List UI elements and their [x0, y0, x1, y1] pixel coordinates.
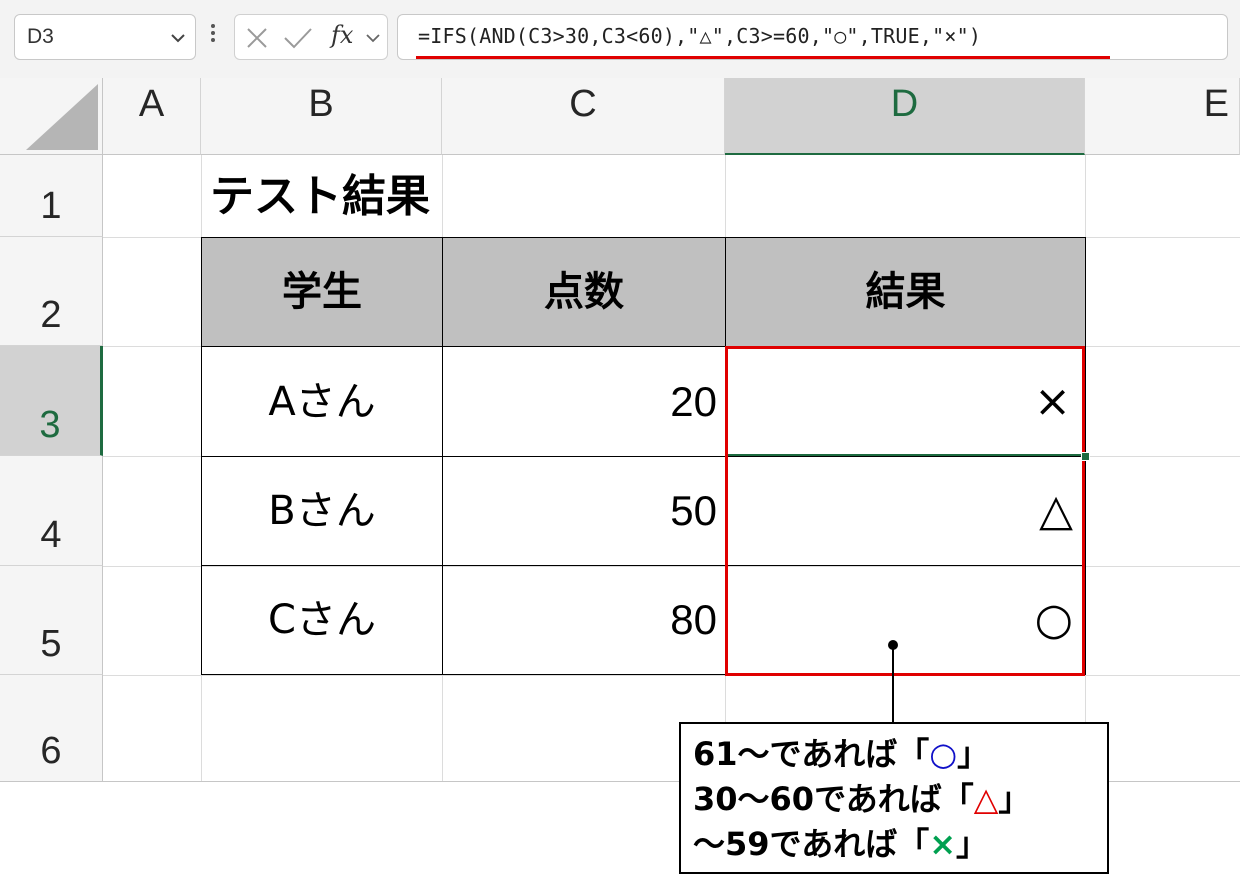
name-box-value[interactable]: D3 — [27, 25, 54, 49]
callout-connector — [892, 645, 894, 723]
formula-bar: D3 fx =IFS(AND(C3>30,C3<60),"△",C3>=60,"… — [0, 0, 1240, 79]
cell-b3-student[interactable]: Aさん — [201, 346, 443, 457]
header-student[interactable]: 学生 — [201, 237, 443, 347]
cell-b5-student[interactable]: Cさん — [201, 565, 443, 675]
row-header-1[interactable]: 1 — [0, 155, 103, 237]
name-box[interactable]: D3 — [14, 14, 196, 60]
column-header-d[interactable]: D — [725, 78, 1085, 155]
header-score[interactable]: 点数 — [442, 237, 726, 347]
cell-b1-title[interactable]: テスト結果 — [210, 167, 610, 237]
cross-symbol: × — [929, 825, 957, 863]
select-all-corner[interactable] — [0, 78, 103, 155]
callout-line-1: 61～であれば「○」 — [693, 735, 990, 773]
column-header-e[interactable]: E — [1085, 78, 1240, 155]
more-options-icon[interactable] — [211, 24, 217, 45]
formula-highlight-underline — [416, 56, 1110, 59]
row-header-6[interactable]: 6 — [0, 675, 103, 782]
cell-b4-student[interactable]: Bさん — [201, 456, 443, 566]
callout-box: 61～であれば「○」 30～60であれば「△」 ～59であれば「×」 — [679, 722, 1109, 874]
column-header-c[interactable]: C — [442, 78, 725, 155]
formula-input[interactable]: =IFS(AND(C3>30,C3<60),"△",C3>=60,"○",TRU… — [397, 14, 1228, 60]
cell-c5-score[interactable]: 80 — [442, 565, 726, 675]
formula-text[interactable]: =IFS(AND(C3>30,C3<60),"△",C3>=60,"○",TRU… — [418, 24, 981, 48]
header-result[interactable]: 結果 — [725, 237, 1086, 347]
callout-line-3: ～59であれば「×」 — [693, 825, 989, 863]
row-header-5[interactable]: 5 — [0, 566, 103, 675]
circle-symbol: ○ — [929, 735, 958, 773]
fill-handle[interactable] — [1081, 452, 1090, 461]
row-header-2[interactable]: 2 — [0, 237, 103, 346]
chevron-down-icon[interactable] — [169, 29, 187, 47]
select-all-triangle-icon[interactable] — [26, 84, 98, 150]
row-header-4[interactable]: 4 — [0, 456, 103, 566]
result-highlight-box — [725, 346, 1085, 676]
triangle-symbol: △ — [973, 780, 999, 818]
column-header-a[interactable]: A — [103, 78, 201, 155]
callout-line-2: 30～60であれば「△」 — [693, 780, 1031, 818]
cancel-icon[interactable] — [245, 26, 269, 50]
column-header-b[interactable]: B — [201, 78, 442, 155]
cell-c4-score[interactable]: 50 — [442, 456, 726, 566]
chevron-down-icon[interactable] — [365, 31, 381, 45]
enter-icon[interactable] — [283, 26, 313, 50]
cell-c3-score[interactable]: 20 — [442, 346, 726, 457]
formula-buttons: fx — [234, 14, 388, 60]
insert-function-icon[interactable]: fx — [331, 21, 353, 49]
row-header-3[interactable]: 3 — [0, 346, 103, 456]
